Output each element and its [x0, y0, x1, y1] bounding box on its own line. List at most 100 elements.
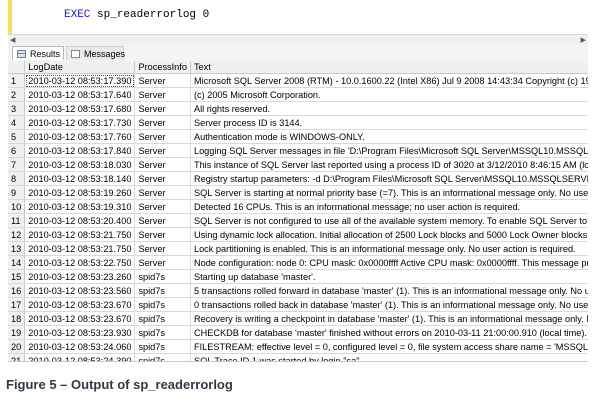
logdate-cell[interactable]: 2010-03-12 08:53:18.030 [24, 157, 136, 172]
logdate-cell[interactable]: 2010-03-12 08:53:17.390 [24, 73, 136, 88]
processinfo-cell[interactable]: Server [134, 73, 191, 88]
row-number[interactable]: 12 [8, 227, 26, 242]
column-header-text[interactable]: Text [190, 61, 588, 74]
logdate-cell[interactable]: 2010-03-12 08:53:17.840 [24, 143, 136, 158]
row-number[interactable]: 11 [8, 213, 26, 228]
logdate-cell[interactable]: 2010-03-12 08:53:23.670 [24, 311, 136, 326]
table-row[interactable]: 19 2010-03-12 08:53:23.930 spid7s CHECKDB f… [8, 325, 588, 340]
table-row[interactable]: 4 2010-03-12 08:53:17.730 Server Server pro… [8, 115, 588, 130]
table-row[interactable]: 21 2010-03-12 08:53:24.390 spid7s SQL Trace… [8, 353, 588, 361]
row-number[interactable]: 16 [8, 283, 26, 298]
processinfo-cell[interactable]: Server [134, 185, 191, 200]
text-cell[interactable]: (c) 2005 Microsoft Corporation. [190, 87, 588, 102]
processinfo-cell[interactable]: Server [134, 101, 191, 116]
text-cell[interactable]: Recovery is writing a checkpoint in data… [190, 311, 588, 326]
row-number[interactable]: 20 [8, 339, 26, 354]
table-row[interactable]: 20 2010-03-12 08:53:24.060 spid7s FILESTREA… [8, 339, 588, 354]
row-number[interactable]: 15 [8, 269, 26, 284]
processinfo-cell[interactable]: spid7s [134, 297, 191, 312]
logdate-cell[interactable]: 2010-03-12 08:53:23.560 [24, 283, 136, 298]
processinfo-cell[interactable]: Server [134, 227, 191, 242]
table-row[interactable]: 8 2010-03-12 08:53:18.140 Server Registry s… [8, 171, 588, 186]
logdate-cell[interactable]: 2010-03-12 08:53:23.930 [24, 325, 136, 340]
text-cell[interactable]: Lock partitioning is enabled. This is an… [190, 241, 588, 256]
text-cell[interactable]: Detected 16 CPUs. This is an information… [190, 199, 588, 214]
text-cell[interactable]: Node configuration: node 0: CPU mask: 0x… [190, 255, 588, 270]
table-row[interactable]: 10 2010-03-12 08:53:19.310 Server Detected … [8, 199, 588, 214]
text-cell[interactable]: SQL Trace ID 1 was started by login "sa"… [190, 353, 588, 361]
row-number[interactable]: 21 [8, 353, 26, 361]
logdate-cell[interactable]: 2010-03-12 08:53:21.750 [24, 227, 136, 242]
text-cell[interactable]: SQL Server is not configured to use all … [190, 213, 588, 228]
processinfo-cell[interactable]: Server [134, 157, 191, 172]
text-cell[interactable]: Server process ID is 3144. [190, 115, 588, 130]
logdate-cell[interactable]: 2010-03-12 08:53:17.680 [24, 101, 136, 116]
processinfo-cell[interactable]: spid7s [134, 269, 191, 284]
text-cell[interactable]: Authentication mode is WINDOWS-ONLY. [190, 129, 588, 144]
row-number[interactable]: 1 [8, 73, 26, 88]
row-number[interactable]: 18 [8, 311, 26, 326]
text-cell[interactable]: Starting up database 'master'. [190, 269, 588, 284]
row-number[interactable]: 8 [8, 171, 26, 186]
logdate-cell[interactable]: 2010-03-12 08:53:22.750 [24, 255, 136, 270]
logdate-cell[interactable]: 2010-03-12 08:53:19.310 [24, 199, 136, 214]
processinfo-cell[interactable]: spid7s [134, 325, 191, 340]
processinfo-cell[interactable]: Server [134, 255, 191, 270]
results-grid[interactable]: LogDate ProcessInfo Text 1 2010-03-12 08:… [8, 61, 588, 362]
logdate-cell[interactable]: 2010-03-12 08:53:17.730 [24, 115, 136, 130]
scroll-right-arrow-icon[interactable]: ▶ [581, 36, 586, 44]
row-number[interactable]: 7 [8, 157, 26, 172]
tab-results[interactable]: Results [12, 46, 64, 60]
text-cell[interactable]: Using dynamic lock allocation. Initial a… [190, 227, 588, 242]
text-cell[interactable]: CHECKDB for database 'master' finished w… [190, 325, 588, 340]
table-row[interactable]: 16 2010-03-12 08:53:23.560 spid7s 5 transac… [8, 283, 588, 298]
table-row[interactable]: 15 2010-03-12 08:53:23.260 spid7s Starting … [8, 269, 588, 284]
row-number[interactable]: 9 [8, 185, 26, 200]
logdate-cell[interactable]: 2010-03-12 08:53:17.640 [24, 87, 136, 102]
tab-messages[interactable]: Messages [66, 46, 125, 60]
text-cell[interactable]: 5 transactions rolled forward in databas… [190, 283, 588, 298]
table-row[interactable]: 7 2010-03-12 08:53:18.030 Server This insta… [8, 157, 588, 172]
table-row[interactable]: 2 2010-03-12 08:53:17.640 Server (c) 2005 M… [8, 87, 588, 102]
row-number[interactable]: 6 [8, 143, 26, 158]
logdate-cell[interactable]: 2010-03-12 08:53:21.750 [24, 241, 136, 256]
row-number[interactable]: 5 [8, 129, 26, 144]
text-cell[interactable]: All rights reserved. [190, 101, 588, 116]
logdate-cell[interactable]: 2010-03-12 08:53:20.400 [24, 213, 136, 228]
processinfo-cell[interactable]: Server [134, 115, 191, 130]
column-header-logdate[interactable]: LogDate [24, 61, 136, 74]
logdate-cell[interactable]: 2010-03-12 08:53:23.260 [24, 269, 136, 284]
processinfo-cell[interactable]: Server [134, 143, 191, 158]
row-number[interactable]: 2 [8, 87, 26, 102]
table-row[interactable]: 9 2010-03-12 08:53:19.260 Server SQL Server… [8, 185, 588, 200]
table-row[interactable]: 13 2010-03-12 08:53:21.750 Server Lock part… [8, 241, 588, 256]
table-row[interactable]: 18 2010-03-12 08:53:23.670 spid7s Recovery … [8, 311, 588, 326]
query-text[interactable]: EXEC sp_readerrorlog 0 [64, 9, 209, 21]
logdate-cell[interactable]: 2010-03-12 08:53:17.760 [24, 129, 136, 144]
row-number[interactable]: 19 [8, 325, 26, 340]
row-number[interactable]: 10 [8, 199, 26, 214]
processinfo-cell[interactable]: spid7s [134, 283, 191, 298]
text-cell[interactable]: Registry startup parameters: -d D:\Progr… [190, 171, 588, 186]
text-cell[interactable]: Microsoft SQL Server 2008 (RTM) - 10.0.1… [190, 73, 588, 88]
scroll-left-arrow-icon[interactable]: ◀ [10, 36, 15, 44]
table-row[interactable]: 11 2010-03-12 08:53:20.400 Server SQL Serve… [8, 213, 588, 228]
table-row[interactable]: 14 2010-03-12 08:53:22.750 Server Node conf… [8, 255, 588, 270]
row-number[interactable]: 3 [8, 101, 26, 116]
row-number-header[interactable] [8, 61, 26, 74]
row-number[interactable]: 17 [8, 297, 26, 312]
table-row[interactable]: 17 2010-03-12 08:53:23.670 spid7s 0 transac… [8, 297, 588, 312]
processinfo-cell[interactable]: Server [134, 199, 191, 214]
column-header-processinfo[interactable]: ProcessInfo [134, 61, 191, 74]
table-row[interactable]: 1 2010-03-12 08:53:17.390 Server Microsoft … [8, 73, 588, 88]
logdate-cell[interactable]: 2010-03-12 08:53:24.390 [24, 353, 136, 361]
processinfo-cell[interactable]: Server [134, 171, 191, 186]
row-number[interactable]: 14 [8, 255, 26, 270]
table-row[interactable]: 5 2010-03-12 08:53:17.760 Server Authentica… [8, 129, 588, 144]
processinfo-cell[interactable]: Server [134, 213, 191, 228]
row-number[interactable]: 13 [8, 241, 26, 256]
processinfo-cell[interactable]: spid7s [134, 339, 191, 354]
text-cell[interactable]: 0 transactions rolled back in database '… [190, 297, 588, 312]
processinfo-cell[interactable]: spid7s [134, 353, 191, 361]
logdate-cell[interactable]: 2010-03-12 08:53:24.060 [24, 339, 136, 354]
